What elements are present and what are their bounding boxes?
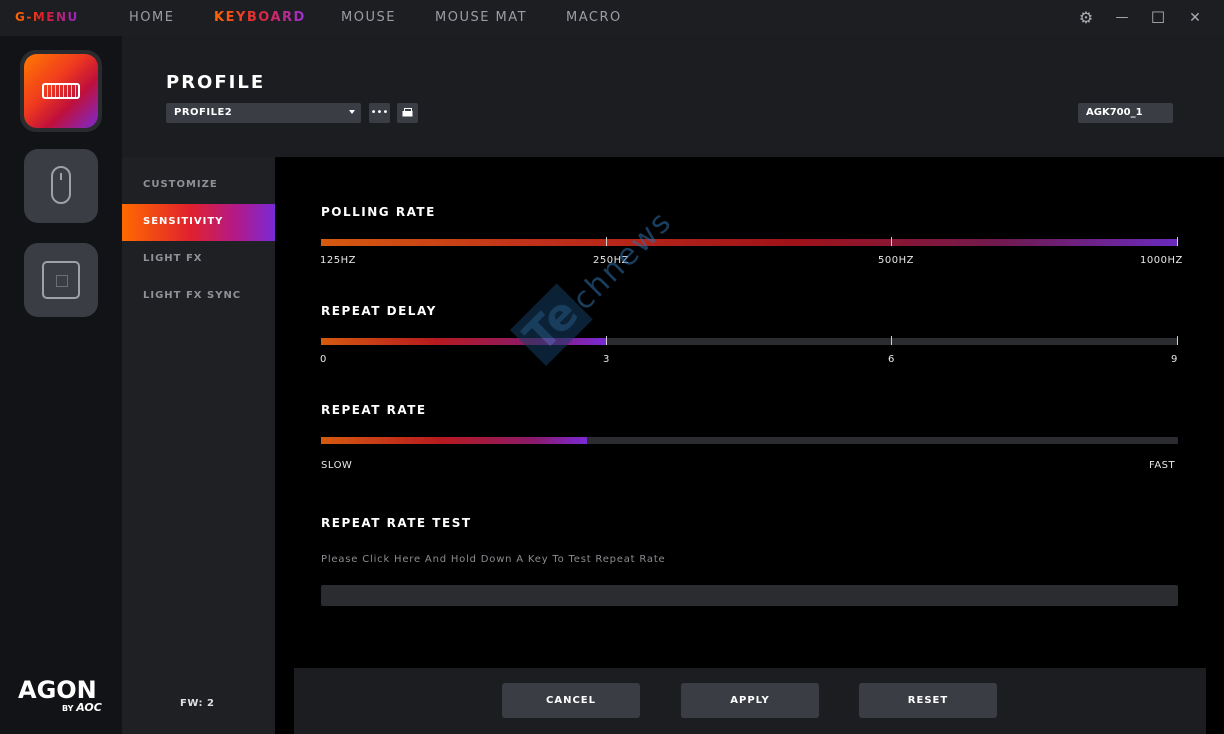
sensitivity-panel: POLLING RATE 125HZ 250HZ 500HZ 1000HZ RE… — [275, 157, 1224, 734]
repeat-rate-test-title: REPEAT RATE TEST — [321, 516, 472, 530]
firmware-version: FW: 2 — [180, 698, 215, 709]
device-keyboard-button[interactable] — [20, 50, 102, 132]
device-name-field[interactable]: AGK700_1 — [1078, 103, 1173, 123]
device-rail: AGON BY AOC — [0, 36, 122, 734]
reset-button[interactable]: RESET — [859, 683, 997, 718]
nav-home[interactable]: HOME — [129, 10, 174, 25]
profile-more-button[interactable]: ••• — [369, 103, 390, 123]
profile-export-button[interactable] — [397, 103, 418, 123]
nav-mouse[interactable]: MOUSE — [341, 10, 396, 25]
repeat-rate-fill — [321, 437, 587, 444]
repeat-delay-title: REPEAT DELAY — [321, 304, 437, 318]
minimize-icon[interactable]: — — [1113, 9, 1131, 27]
mouse-icon — [51, 166, 71, 204]
close-icon[interactable]: ✕ — [1186, 9, 1204, 27]
polling-label-1000: 1000HZ — [1140, 255, 1183, 266]
profile-header: PROFILE PROFILE2 ••• AGK700_1 — [122, 36, 1224, 157]
device-mouse-mat-button[interactable] — [24, 243, 98, 317]
repeat-rate-slow-label: SLOW — [321, 460, 353, 471]
nav-macro[interactable]: MACRO — [566, 10, 622, 25]
apply-button[interactable]: APPLY — [681, 683, 819, 718]
action-footer: CANCEL APPLY RESET — [294, 668, 1206, 734]
delay-label-3: 3 — [603, 354, 610, 365]
delay-label-6: 6 — [888, 354, 895, 365]
slider-tick — [891, 336, 892, 345]
slider-tick — [1177, 237, 1178, 246]
repeat-rate-test-input[interactable] — [321, 585, 1178, 606]
settings-gear-icon[interactable]: ⚙ — [1077, 9, 1095, 27]
submenu-light-fx[interactable]: LIGHT FX — [122, 241, 275, 278]
agon-logo: AGON — [18, 676, 97, 704]
submenu-light-fx-sync[interactable]: LIGHT FX SYNC — [122, 278, 275, 315]
nav-keyboard[interactable]: KEYBOARD — [214, 10, 306, 25]
repeat-rate-test-hint: Please Click Here And Hold Down A Key To… — [321, 554, 666, 565]
delay-label-0: 0 — [320, 354, 327, 365]
maximize-icon[interactable]: ☐ — [1149, 9, 1167, 27]
repeat-delay-slider[interactable] — [321, 336, 1178, 345]
keyboard-submenu: CUSTOMIZE SENSITIVITY LIGHT FX LIGHT FX … — [122, 157, 275, 734]
export-icon — [402, 108, 413, 117]
by-aoc-logo: BY AOC — [62, 701, 102, 714]
chevron-down-icon — [349, 110, 355, 114]
repeat-rate-slider[interactable] — [321, 437, 1178, 444]
repeat-rate-fast-label: FAST — [1149, 460, 1176, 471]
polling-rate-fill — [321, 239, 1178, 246]
slider-tick — [1177, 336, 1178, 345]
submenu-customize[interactable]: CUSTOMIZE — [122, 167, 275, 204]
slider-tick — [891, 237, 892, 246]
profile-title: PROFILE — [166, 72, 266, 93]
cancel-button[interactable]: CANCEL — [502, 683, 640, 718]
slider-tick — [606, 336, 607, 345]
delay-label-9: 9 — [1171, 354, 1178, 365]
mouse-mat-icon — [42, 261, 80, 299]
nav-mouse-mat[interactable]: MOUSE MAT — [435, 10, 527, 25]
repeat-rate-title: REPEAT RATE — [321, 403, 427, 417]
polling-label-500: 500HZ — [878, 255, 914, 266]
profile-select[interactable]: PROFILE2 — [166, 103, 361, 123]
polling-label-250: 250HZ — [593, 255, 629, 266]
repeat-delay-fill — [321, 338, 607, 345]
keyboard-icon — [42, 83, 80, 99]
device-mouse-button[interactable] — [24, 149, 98, 223]
slider-tick — [606, 237, 607, 246]
submenu-sensitivity[interactable]: SENSITIVITY — [122, 204, 275, 241]
title-bar: G-MENU HOME KEYBOARD MOUSE MOUSE MAT MAC… — [0, 0, 1224, 36]
polling-rate-slider[interactable] — [321, 237, 1178, 246]
app-logo: G-MENU — [15, 10, 79, 24]
polling-label-125: 125HZ — [320, 255, 356, 266]
polling-rate-title: POLLING RATE — [321, 205, 436, 219]
